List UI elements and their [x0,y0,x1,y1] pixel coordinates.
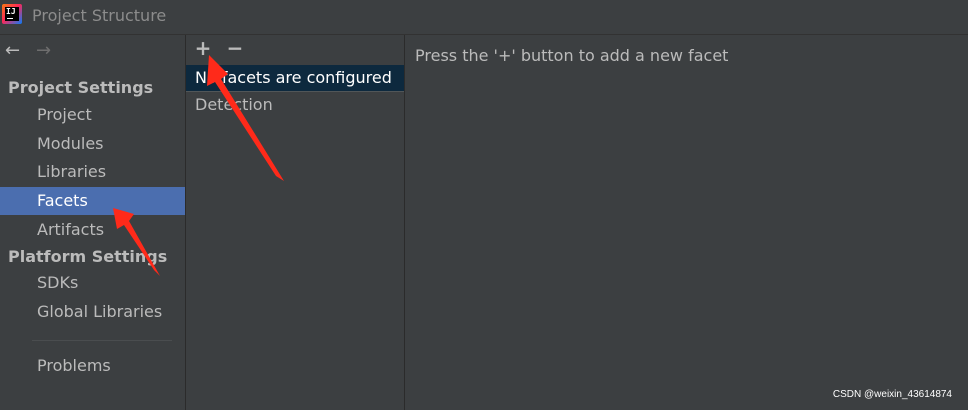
intellij-logo-icon: IJ [2,4,22,24]
sidebar-item-sdks[interactable]: SDKs [0,269,185,297]
sidebar-item-label: Project [37,105,92,124]
sidebar-item-libraries[interactable]: Libraries [0,158,185,186]
watermark: CSDN @weixin_43614874 [832,389,952,400]
project-settings-header: Project Settings [8,78,154,97]
sidebar-item-label: Artifacts [37,220,105,239]
detection-row[interactable]: Detection [186,92,404,118]
platform-settings-header: Platform Settings [8,247,168,266]
sidebar-item-label: Problems [37,356,111,375]
window-title: Project Structure [32,6,167,25]
sidebar-divider [32,340,172,341]
sidebar-item-label: Libraries [37,162,107,181]
settings-sidebar: ← → Project Settings Project Modules Lib… [0,35,186,410]
add-facet-hint: Press the '+' button to add a new facet [415,46,729,65]
sidebar-item-problems[interactable]: Problems [0,352,185,380]
add-facet-button[interactable]: + [192,37,214,59]
title-bar: IJ Project Structure [0,0,968,35]
remove-facet-button[interactable]: − [224,37,246,59]
back-arrow-icon[interactable]: ← [5,40,20,62]
list-item-label: No facets are configured [195,68,392,87]
sidebar-item-label: Facets [37,191,88,210]
sidebar-item-facets[interactable]: Facets [0,187,185,215]
sidebar-item-modules[interactable]: Modules [0,130,185,158]
sidebar-item-label: SDKs [37,273,79,292]
facets-empty-row[interactable]: No facets are configured [186,65,404,92]
facet-details-panel: Press the '+' button to add a new facet [405,35,968,410]
sidebar-item-project[interactable]: Project [0,101,185,129]
facets-list-panel: + − No facets are configured Detection [186,35,405,410]
sidebar-item-label: Modules [37,134,104,153]
sidebar-item-global-libraries[interactable]: Global Libraries [0,298,185,326]
forward-arrow-icon[interactable]: → [36,40,51,62]
sidebar-item-artifacts[interactable]: Artifacts [0,216,185,244]
list-item-label: Detection [195,95,273,114]
sidebar-item-label: Global Libraries [37,302,163,321]
